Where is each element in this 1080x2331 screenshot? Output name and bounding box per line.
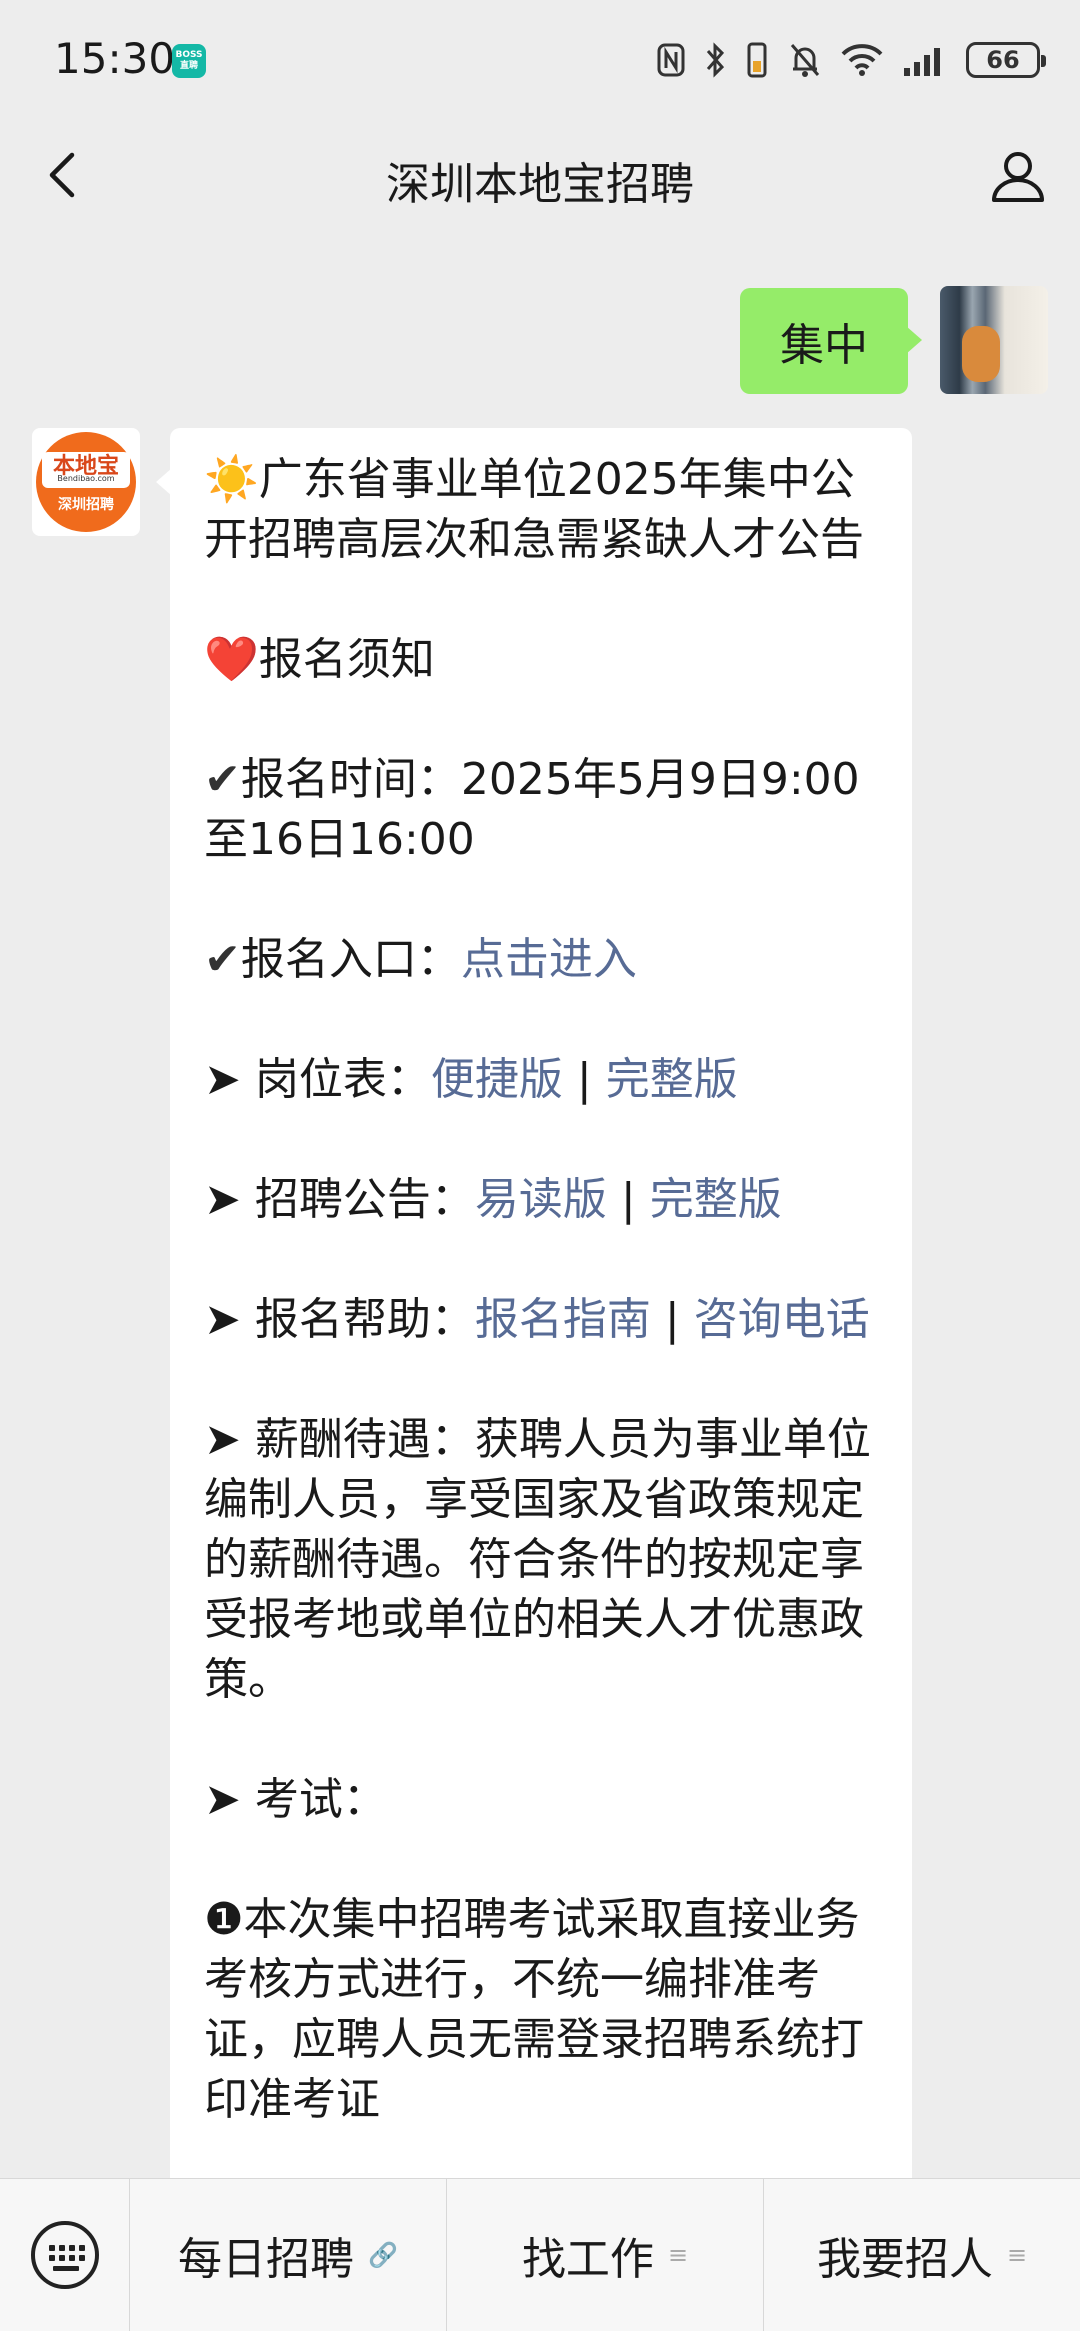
exam-heading: ➤ 考试：: [204, 1774, 387, 1825]
profile-icon[interactable]: [986, 144, 1050, 208]
guide-link[interactable]: 报名指南: [475, 1294, 651, 1345]
jobs-table-row: ➤ 岗位表：便捷版 | 完整版: [204, 1054, 738, 1105]
announcement-row: ➤ 招聘公告：易读版 | 完整版: [204, 1174, 782, 1225]
battery-icon: 66: [966, 42, 1046, 78]
bot-avatar[interactable]: 本地宝 Bendibao.com 深圳招聘: [32, 428, 140, 536]
announce-full-link[interactable]: 完整版: [650, 1174, 782, 1225]
signal-icon: [904, 48, 940, 76]
help-row: ➤ 报名帮助：报名指南 | 咨询电话: [204, 1294, 870, 1345]
keyboard-toggle-button[interactable]: [0, 2179, 130, 2331]
status-bar: 15:30 BOSS直聘 66: [0, 0, 1080, 120]
menu-hire[interactable]: 我要招人 ≡: [764, 2179, 1080, 2331]
user-message-bubble[interactable]: 集中: [740, 288, 922, 394]
announcement-title: ☀️广东省事业单位2025年集中公开招聘高层次和急需紧缺人才公告: [204, 454, 864, 565]
entry-link[interactable]: 点击进入: [461, 934, 637, 985]
user-avatar[interactable]: [940, 286, 1048, 394]
avatar-sub-text: 深圳招聘: [58, 497, 114, 513]
phone-link[interactable]: 咨询电话: [694, 1294, 870, 1345]
number-one-icon: ❶: [204, 1894, 244, 1945]
notice-heading: ❤️报名须知: [204, 634, 435, 685]
menu-find-job[interactable]: 找工作 ≡: [447, 2179, 764, 2331]
menu-daily-jobs[interactable]: 每日招聘 🔗: [130, 2179, 447, 2331]
heart-icon: ❤️: [204, 634, 259, 685]
arrow-icon: ➤: [204, 1774, 241, 1825]
bot-message-content: ☀️广东省事业单位2025年集中公开招聘高层次和急需紧缺人才公告 ❤️报名须知 …: [204, 450, 878, 2130]
chat-area[interactable]: 集中 本地宝 Bendibao.com 深圳招聘 ☀️广东省事业单位2025年集…: [0, 230, 1080, 2180]
bottom-menu-bar: 每日招聘 🔗 找工作 ≡ 我要招人 ≡: [0, 2178, 1080, 2331]
wifi-icon: [841, 44, 883, 76]
jobs-quick-link[interactable]: 便捷版: [431, 1054, 563, 1105]
arrow-icon: ➤: [204, 1174, 241, 1225]
submenu-icon: ≡: [667, 2241, 689, 2269]
page-title: 深圳本地宝招聘: [386, 159, 694, 210]
status-time: 15:30: [54, 34, 176, 83]
registration-time: ✔报名时间：2025年5月9日9:00至16日16:00: [204, 754, 860, 865]
check-icon: ✔: [204, 754, 241, 805]
announce-easy-link[interactable]: 易读版: [475, 1174, 607, 1225]
exam-item-1: ❶本次集中招聘考试采取直接业务考核方式进行，不统一编排准考证，应聘人员无需登录招…: [204, 1894, 864, 2125]
arrow-icon: ➤: [204, 1054, 241, 1105]
check-icon: ✔: [204, 934, 241, 985]
jobs-full-link[interactable]: 完整版: [606, 1054, 738, 1105]
mute-icon: [790, 44, 820, 77]
link-icon: 🔗: [368, 2241, 398, 2269]
avatar-domain-text: Bendibao.com: [57, 474, 115, 483]
submenu-icon: ≡: [1006, 2241, 1028, 2269]
registration-entry: ✔报名入口：点击进入: [204, 934, 637, 985]
vibrate-icon: [747, 42, 767, 78]
keyboard-icon: [30, 2221, 99, 2289]
status-icons: 66: [656, 38, 1046, 82]
sun-icon: ☀️: [204, 454, 259, 505]
chat-header: 深圳本地宝招聘: [0, 120, 1080, 230]
arrow-icon: ➤: [204, 1414, 241, 1465]
bluetooth-icon: [706, 42, 725, 78]
arrow-icon: ➤: [204, 1294, 241, 1345]
bot-message-bubble[interactable]: ☀️广东省事业单位2025年集中公开招聘高层次和急需紧缺人才公告 ❤️报名须知 …: [156, 428, 912, 2180]
boss-app-icon: BOSS直聘: [172, 44, 206, 78]
salary-row: ➤ 薪酬待遇：获聘人员为事业单位编制人员，享受国家及省政策规定的薪酬待遇。符合条…: [204, 1414, 871, 1705]
nfc-icon: [657, 43, 685, 77]
